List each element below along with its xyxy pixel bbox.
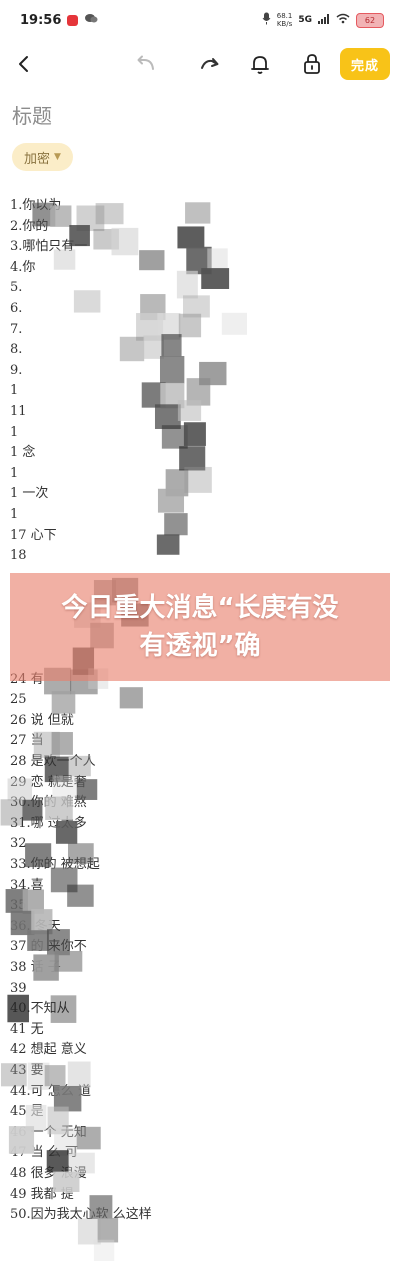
chevron-left-icon [19,56,28,72]
note-line: 1 [10,383,19,399]
note-line: 38 话 子 [10,959,61,975]
note-line: 34.喜 [10,877,44,893]
signal-bars-icon [318,13,330,27]
note-line: 48 很多 浪漫 [10,1165,87,1181]
note-line: 27 当 [10,733,44,749]
note-line: 37 的 来你不 [10,939,87,955]
note-line: 8. [10,342,23,358]
redo-button[interactable] [190,44,230,84]
note-line: 36. 冬天 [10,918,61,934]
lock-icon [304,54,320,74]
note-line: 1.你以为 [10,198,62,213]
net-speed-unit: KB/s [276,20,293,28]
note-line: 25 [10,692,27,708]
note-line: 40.不知从 [10,1001,70,1017]
battery-indicator: 62 [356,12,384,28]
status-left: 19:56 [20,13,98,28]
mosaic-block [93,1239,115,1261]
note-line: 44.可 怎么 道 [10,1083,91,1099]
note-line: 5. [10,280,23,296]
note-line: 30.你的 难熬 [10,795,87,811]
note-line: 42 想起 意义 [10,1042,87,1058]
note-line: 26 说 但就 [10,712,74,728]
note-body[interactable]: 1.你以为 2.你的 3.哪怕只有一 4.你 5. 6. 7. 8. 9. 1 11 1 1 念11 一… [10,196,390,1226]
note-line: 29 恋 就是奢 [10,774,87,790]
chat-bubble-icon [84,13,98,27]
net-speed-value: 68.1 [276,12,293,20]
note-line: 39 [10,980,27,996]
microphone-icon [262,12,271,28]
signal-label: 5G [298,15,312,25]
note-line: 1 念 [10,445,36,461]
note-line: 1 [10,424,19,440]
note-line: 3.哪怕只有一 [10,239,88,255]
back-button[interactable] [4,44,44,84]
note-line: 49 我都 提 [10,1186,74,1202]
reminder-button[interactable] [240,44,280,84]
note-line: 1 [10,465,19,481]
note-line: 43 要 [10,1062,44,1078]
note-line: 18 [10,548,27,564]
note-line: 32 [10,836,27,852]
lock-button[interactable] [292,44,332,84]
note-line: 11 [10,403,27,419]
status-right: 68.1 KB/s 5G 62 [262,12,384,28]
done-button[interactable]: 完成 [340,48,390,80]
note-line: 33.你的 被想起 [10,857,100,872]
chevron-down-icon: ▼ [54,152,61,162]
note-line: 45 是 [10,1104,44,1120]
bell-icon [251,56,269,74]
note-line: 2.你的 [10,218,49,234]
encrypt-tag-label: 加密 [24,151,51,167]
status-time: 19:56 [20,12,62,28]
headline-banner: 今日重大消息“长庚有没有透视”确 [10,573,390,681]
note-line: 47 当 么 可 [10,1145,78,1161]
note-line: 17 心下 [10,527,57,543]
note-line: 41 无 [10,1021,44,1037]
note-line: 28 是欢一个人 [10,754,96,770]
note-line: 35 [10,898,27,914]
note-line: 46 一个 无知 [10,1124,87,1140]
wifi-icon [336,13,350,27]
note-line: 9. [10,362,23,378]
app-notification-icon [67,14,79,26]
undo-button[interactable] [126,44,166,84]
note-line: 6. [10,300,23,316]
redo-arrow-icon [201,58,219,69]
note-line: 50.因为我太心软 么这样 [10,1207,152,1223]
status-bar: 19:56 68.1 KB/s 5G 62 [0,0,400,40]
network-speed: 68.1 KB/s [277,12,293,28]
note-line: 1 一次 [10,486,49,502]
encrypt-tag[interactable]: 加密 ▼ [12,143,73,171]
note-line: 7. [10,321,23,337]
editor-toolbar: 完成 [0,42,400,86]
undo-arrow-icon [137,55,154,70]
note-line: 31.哪 过太多 [10,815,87,831]
note-line: 1 [10,506,19,522]
headline-text: 今日重大消息“长庚有没有透视”确 [61,593,339,661]
note-title[interactable]: 标题 [12,100,52,129]
note-line: 4.你 [10,259,36,275]
